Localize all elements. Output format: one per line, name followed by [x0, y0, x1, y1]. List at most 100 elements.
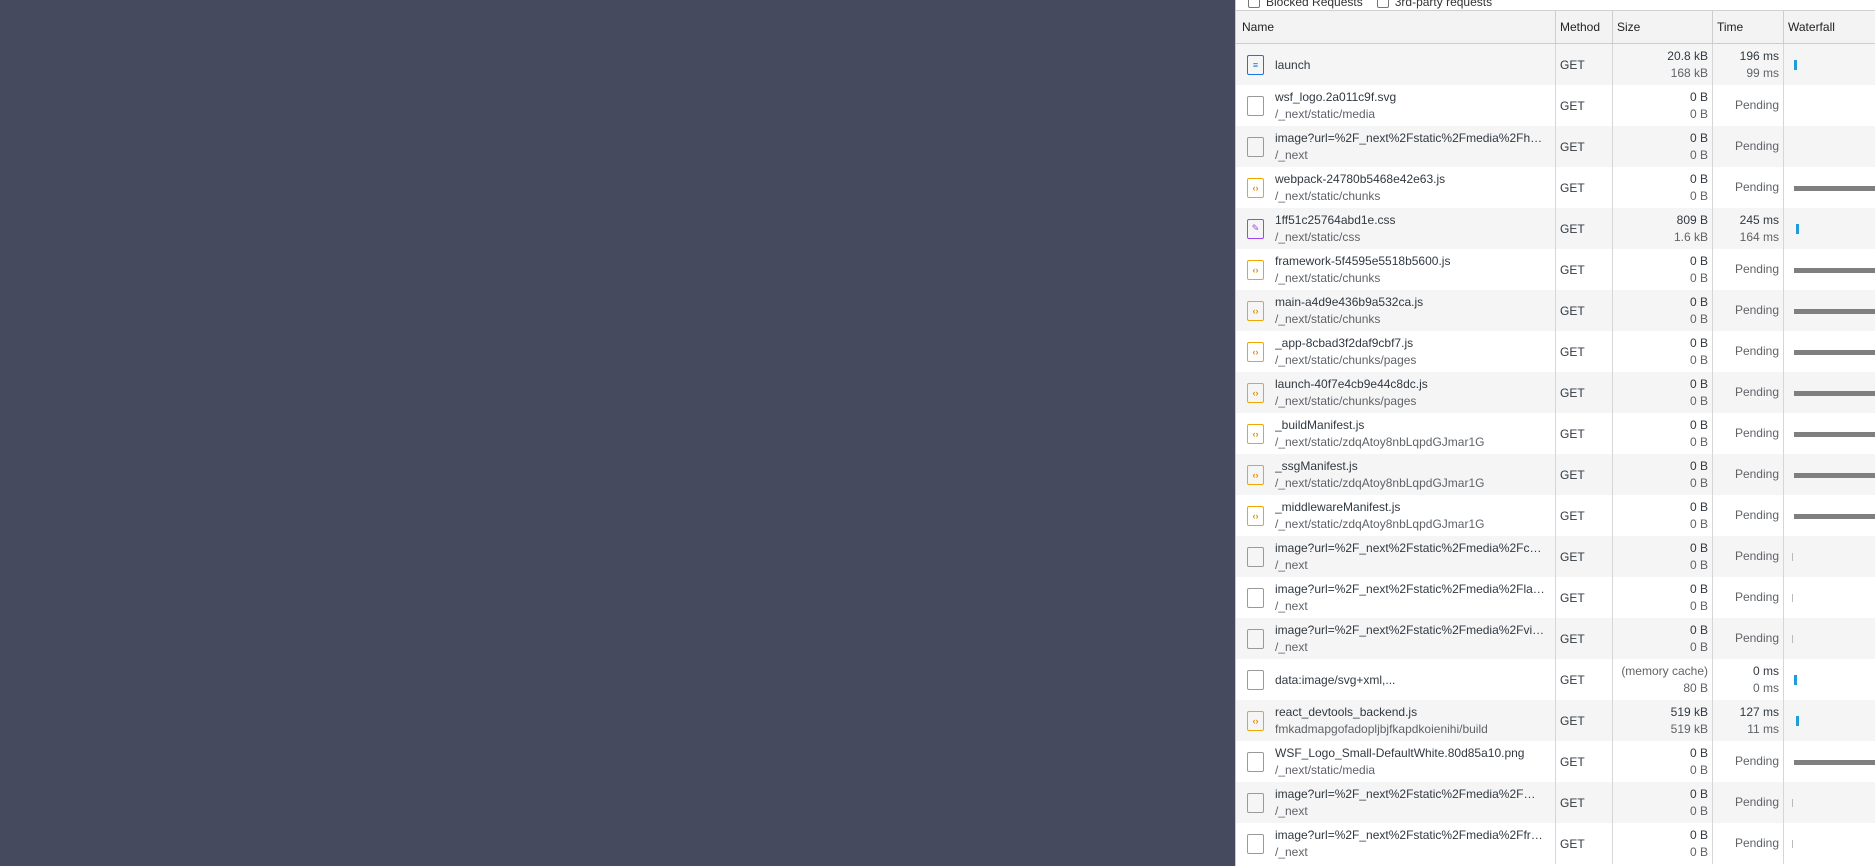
request-resource-size: 0 B	[1689, 639, 1708, 654]
checkbox-icon	[1376, 0, 1389, 8]
table-row[interactable]: wsf_logo.2a011c9f.svg /_next/static/media…	[1236, 85, 1875, 126]
third-party-requests-checkbox[interactable]: 3rd-party requests	[1376, 0, 1492, 9]
request-method: GET	[1556, 372, 1613, 413]
table-row[interactable]: ‹› react_devtools_backend.js fmkadmapgofad…	[1236, 700, 1875, 741]
request-name-cell[interactable]: data:image/svg+xml,...	[1236, 659, 1556, 700]
request-path: /_next/static/zdqAtoy8nbLqpdGJmar1G	[1275, 476, 1485, 490]
request-name-cell[interactable]: image?url=%2F_next%2Fstatic%2Fmedia%2Fvi…	[1236, 618, 1556, 659]
waterfall-bar	[1792, 798, 1793, 807]
document-icon: ≡	[1247, 54, 1264, 75]
request-method: GET	[1556, 454, 1613, 495]
request-resource-size: 0 B	[1689, 516, 1708, 531]
request-name-cell[interactable]: ‹› framework-5f4595e5518b5600.js /_next/st…	[1236, 249, 1556, 290]
request-name-cell[interactable]: image?url=%2F_next%2Fstatic%2Fmedia%2Fmi…	[1236, 782, 1556, 823]
request-size-cell: 0 B0 B	[1613, 741, 1713, 782]
request-name-lines: image?url=%2F_next%2Fstatic%2Fmedia%2Fmi…	[1275, 785, 1545, 820]
request-name-cell[interactable]: image?url=%2F_next%2Fstatic%2Fmedia%2Fco…	[1236, 536, 1556, 577]
request-name-cell[interactable]: ‹› webpack-24780b5468e42e63.js /_next/stat…	[1236, 167, 1556, 208]
request-time: Pending	[1734, 836, 1779, 850]
request-name: _middlewareManifest.js	[1275, 500, 1401, 514]
request-method: GET	[1556, 413, 1613, 454]
waterfall-cell	[1784, 823, 1875, 864]
table-row[interactable]: image?url=%2F_next%2Fstatic%2Fmedia%2Fmi…	[1236, 782, 1875, 823]
table-row[interactable]: ✎ 1ff51c25764abd1e.css /_next/static/css GE…	[1236, 208, 1875, 249]
request-name-cell[interactable]: ‹› react_devtools_backend.js fmkadmapgofad…	[1236, 700, 1556, 741]
table-row[interactable]: ‹› _middlewareManifest.js /_next/static/zd…	[1236, 495, 1875, 536]
table-row[interactable]: ‹› main-a4d9e436b9a532ca.js /_next/static/…	[1236, 290, 1875, 331]
request-name: image?url=%2F_next%2Fstatic%2Fmedia%2Fmi…	[1275, 787, 1545, 801]
waterfall-cell	[1784, 659, 1875, 700]
table-row[interactable]: ‹› framework-5f4595e5518b5600.js /_next/st…	[1236, 249, 1875, 290]
column-header-waterfall[interactable]: Waterfall	[1784, 11, 1875, 43]
request-name-cell[interactable]: image?url=%2F_next%2Fstatic%2Fmedia%2Fla…	[1236, 577, 1556, 618]
waterfall-cell	[1784, 372, 1875, 413]
table-row[interactable]: data:image/svg+xml,... GET (memory cache) 8…	[1236, 659, 1875, 700]
request-method: GET	[1556, 290, 1613, 331]
request-name-lines: _buildManifest.js /_next/static/zdqAtoy8n…	[1275, 416, 1545, 451]
waterfall-cell	[1784, 44, 1875, 85]
request-size-cell: 20.8 kB 168 kB	[1613, 44, 1713, 85]
table-row[interactable]: ‹› _ssgManifest.js /_next/static/zdqAtoy8n…	[1236, 454, 1875, 495]
column-header-name[interactable]: Name	[1236, 11, 1556, 43]
request-resource-size: 1.6 kB	[1673, 229, 1708, 244]
column-header-time[interactable]: Time	[1713, 11, 1784, 43]
request-time: Pending	[1734, 467, 1779, 481]
column-header-size[interactable]: Size	[1613, 11, 1713, 43]
request-name-lines: _middlewareManifest.js /_next/static/zdqA…	[1275, 498, 1545, 533]
table-row[interactable]: ≡ launch GET 20.8 kB 168 kB 196 ms 99 ms	[1236, 44, 1875, 85]
table-row[interactable]: image?url=%2F_next%2Fstatic%2Fmedia%2Fvi…	[1236, 618, 1875, 659]
table-row[interactable]: image?url=%2F_next%2Fstatic%2Fmedia%2Fco…	[1236, 536, 1875, 577]
request-name-cell[interactable]: image?url=%2F_next%2Fstatic%2Fmedia%2Fho…	[1236, 126, 1556, 167]
request-size: 0 B	[1689, 499, 1708, 514]
request-name-lines: image?url=%2F_next%2Fstatic%2Fmedia%2Fvi…	[1275, 621, 1545, 656]
script-icon: ‹›	[1247, 423, 1264, 444]
request-name-cell[interactable]: ‹› _app-8cbad3f2daf9cbf7.js /_next/static/…	[1236, 331, 1556, 372]
request-name-cell[interactable]: wsf_logo.2a011c9f.svg /_next/static/media	[1236, 85, 1556, 126]
script-icon: ‹›	[1247, 259, 1264, 280]
request-method: GET	[1556, 44, 1613, 85]
table-row[interactable]: ‹› webpack-24780b5468e42e63.js /_next/stat…	[1236, 167, 1875, 208]
request-name: _buildManifest.js	[1275, 418, 1365, 432]
stylesheet-icon: ✎	[1247, 218, 1264, 239]
table-row[interactable]: image?url=%2F_next%2Fstatic%2Fmedia%2Fho…	[1236, 126, 1875, 167]
request-size-cell: 0 B0 B	[1613, 536, 1713, 577]
request-resource-size: 0 B	[1689, 762, 1708, 777]
request-name: main-a4d9e436b9a532ca.js	[1275, 295, 1424, 309]
request-name-cell[interactable]: WSF_Logo_Small-DefaultWhite.80d85a10.png…	[1236, 741, 1556, 782]
request-time-cell: Pending	[1713, 454, 1784, 495]
request-name-cell[interactable]: ‹› main-a4d9e436b9a532ca.js /_next/static/…	[1236, 290, 1556, 331]
request-name-cell[interactable]: ‹› launch-40f7e4cb9e44c8dc.js /_next/stati…	[1236, 372, 1556, 413]
table-row[interactable]: image?url=%2F_next%2Fstatic%2Fmedia%2Fla…	[1236, 577, 1875, 618]
request-time: 0 ms	[1752, 663, 1779, 678]
table-row[interactable]: ‹› launch-40f7e4cb9e44c8dc.js /_next/stati…	[1236, 372, 1875, 413]
request-name: launch	[1275, 57, 1311, 72]
request-time: Pending	[1734, 98, 1779, 112]
request-name-lines: react_devtools_backend.js fmkadmapgofadop…	[1275, 703, 1545, 738]
request-method: GET	[1556, 782, 1613, 823]
request-name-cell[interactable]: ‹› _middlewareManifest.js /_next/static/zd…	[1236, 495, 1556, 536]
request-size-cell: (memory cache) 80 B	[1613, 659, 1713, 700]
request-name-cell[interactable]: ‹› _ssgManifest.js /_next/static/zdqAtoy8n…	[1236, 454, 1556, 495]
request-name-cell[interactable]: ≡ launch	[1236, 44, 1556, 85]
request-time-cell: Pending	[1713, 782, 1784, 823]
request-resource-size: 0 B	[1689, 475, 1708, 490]
table-row[interactable]: WSF_Logo_Small-DefaultWhite.80d85a10.png…	[1236, 741, 1875, 782]
request-time: Pending	[1734, 344, 1779, 358]
waterfall-bar	[1794, 472, 1875, 478]
waterfall-bar	[1796, 223, 1799, 234]
waterfall-cell	[1784, 577, 1875, 618]
column-header-method[interactable]: Method	[1556, 11, 1613, 43]
table-row[interactable]: ‹› _buildManifest.js /_next/static/zdqAtoy…	[1236, 413, 1875, 454]
request-path: /_next/static/chunks	[1275, 271, 1381, 285]
request-resource-size: 0 B	[1689, 106, 1708, 121]
request-name-cell[interactable]: ✎ 1ff51c25764abd1e.css /_next/static/css	[1236, 208, 1556, 249]
waterfall-bar	[1794, 674, 1797, 685]
table-row[interactable]: image?url=%2F_next%2Fstatic%2Fmedia%2Ffr…	[1236, 823, 1875, 864]
request-name-cell[interactable]: image?url=%2F_next%2Fstatic%2Fmedia%2Ffr…	[1236, 823, 1556, 864]
request-name-cell[interactable]: ‹› _buildManifest.js /_next/static/zdqAtoy…	[1236, 413, 1556, 454]
blocked-requests-checkbox[interactable]: Blocked Requests	[1248, 0, 1363, 9]
request-path: /_next	[1275, 804, 1308, 818]
table-row[interactable]: ‹› _app-8cbad3f2daf9cbf7.js /_next/static/…	[1236, 331, 1875, 372]
request-size-cell: 0 B0 B	[1613, 577, 1713, 618]
waterfall-bar	[1794, 349, 1875, 355]
